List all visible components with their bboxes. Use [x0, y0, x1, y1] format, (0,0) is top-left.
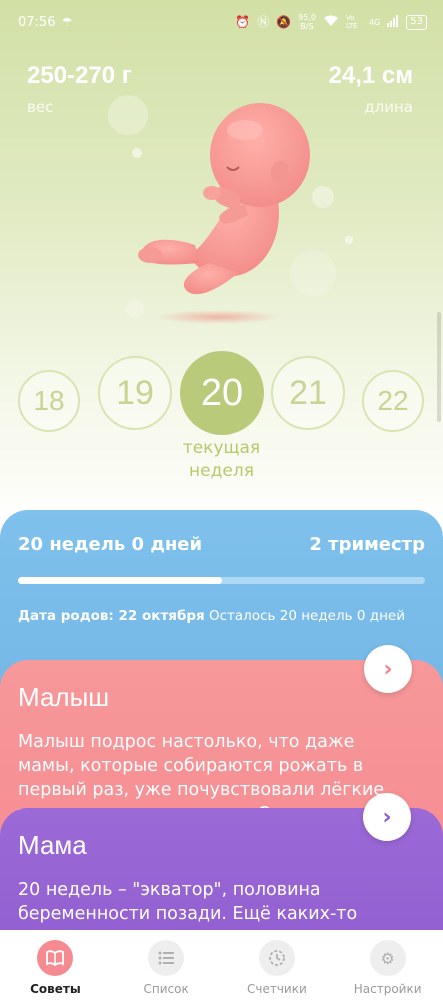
tab-label: Настройки: [353, 982, 422, 996]
tab-settings[interactable]: ⚙ Настройки: [338, 940, 438, 996]
umbrella-icon: ☂: [61, 15, 73, 29]
tab-list[interactable]: Список: [116, 940, 216, 996]
scrollbar[interactable]: [437, 312, 441, 422]
chevron-right-icon: ›: [383, 656, 393, 682]
week-20-current[interactable]: 20: [180, 351, 264, 435]
baby-card-arrow-button[interactable]: ›: [364, 645, 412, 693]
speed-value: 95,0: [298, 13, 316, 22]
progress-fill: [18, 577, 222, 584]
tab-tips[interactable]: Советы: [5, 940, 105, 996]
list-icon: [148, 940, 185, 976]
alarm-icon: ⏰: [235, 15, 251, 29]
timer-icon: [258, 940, 295, 976]
signal-icon: [387, 15, 399, 29]
wifi-icon: [323, 15, 339, 29]
mute-icon: 🔕: [276, 15, 292, 29]
volte-indicator: Vo LTE: [345, 14, 358, 30]
book-icon: [37, 940, 74, 976]
length-label: длина: [364, 98, 413, 116]
week-22[interactable]: 22: [362, 370, 424, 432]
battery-icon: 53: [406, 14, 427, 30]
mom-card-arrow-button[interactable]: ›: [363, 793, 411, 841]
remaining-time: Осталось 20 недель 0 дней: [209, 608, 405, 624]
bottom-tab-bar: Советы Список Счетчики ⚙ Настройки: [0, 930, 443, 1000]
week-19[interactable]: 19: [98, 356, 172, 430]
nfc-icon: Ⓝ: [257, 15, 270, 29]
tab-label: Советы: [30, 982, 81, 996]
due-date-label: Дата родов: 22 октября: [18, 608, 205, 624]
fetus-illustration: [138, 103, 310, 324]
mom-card-title: Мама: [18, 830, 87, 860]
current-week-caption: текущая неделя: [182, 438, 261, 481]
tab-label: Список: [143, 982, 189, 996]
gear-icon: ⚙: [369, 940, 406, 976]
week-18[interactable]: 18: [18, 370, 80, 432]
status-bar: 07:56 ☂ ⏰ Ⓝ 🔕 95,0 B/S Vo LTE 4G 53: [0, 0, 443, 44]
speed-unit: B/S: [300, 22, 314, 31]
chevron-right-icon: ›: [382, 804, 392, 830]
pregnancy-progress-bar: [18, 577, 425, 584]
trimester-label: 2 триместр: [309, 534, 425, 555]
pregnancy-duration: 20 недель 0 дней: [18, 534, 203, 555]
length-stat: 24,1 см длина: [329, 62, 413, 116]
mom-card-text: 20 недель – "экватор", половина беременн…: [18, 880, 358, 924]
network-speed: 95,0 B/S: [298, 13, 316, 31]
tab-counters[interactable]: Счетчики: [227, 940, 327, 996]
baby-card-title: Малыш: [18, 682, 110, 712]
week-21[interactable]: 21: [271, 356, 345, 430]
status-time: 07:56: [18, 14, 56, 30]
length-value: 24,1 см: [328, 62, 413, 89]
decor-bubble: [345, 236, 353, 244]
tab-label: Счетчики: [246, 982, 307, 996]
weight-value: 250-270 г: [27, 62, 132, 89]
signal-type: 4G: [368, 17, 381, 27]
